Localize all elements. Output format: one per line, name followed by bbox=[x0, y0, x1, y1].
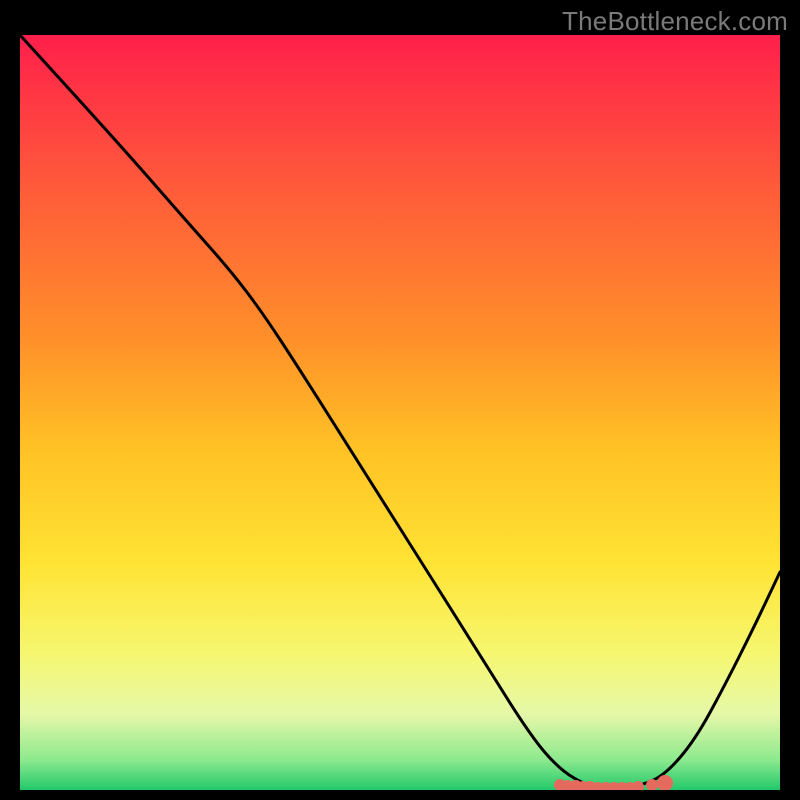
data-marker bbox=[646, 779, 658, 791]
chart-svg bbox=[0, 0, 800, 800]
chart-stage: TheBottleneck.com bbox=[0, 0, 800, 800]
plot-background bbox=[20, 35, 780, 790]
data-marker bbox=[632, 781, 644, 793]
data-marker bbox=[657, 775, 673, 791]
